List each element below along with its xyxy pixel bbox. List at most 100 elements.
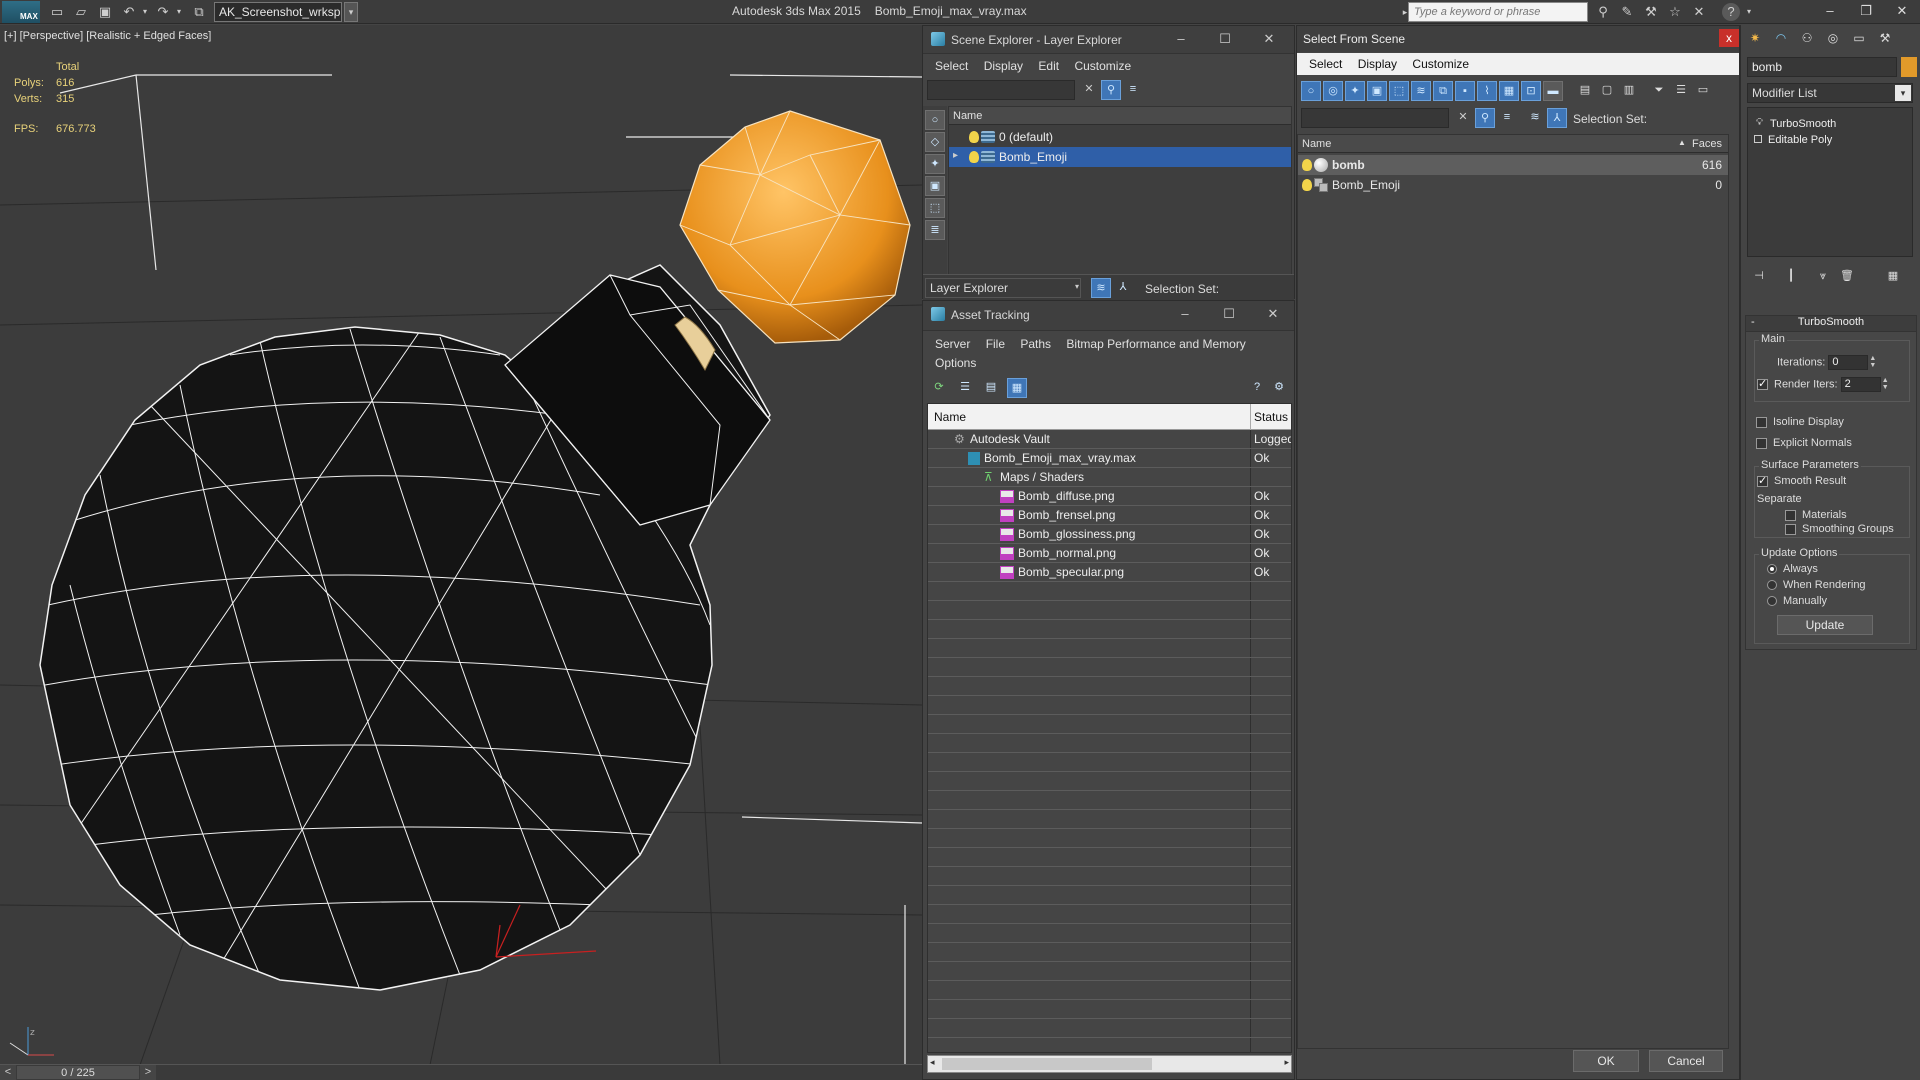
render-iters-checkbox[interactable] (1757, 377, 1768, 390)
menu-customize[interactable]: Customize (1074, 59, 1131, 73)
thumbnail-view-icon[interactable]: ▤ (981, 378, 1001, 398)
subscription-icon[interactable]: ✎ (1618, 3, 1636, 21)
show-end-result-icon[interactable]: ┃ (1781, 267, 1801, 287)
find-filter-icon[interactable]: ⚲ (1475, 108, 1495, 128)
viewport-label[interactable]: [+] [Perspective] [Realistic + Edged Fac… (4, 30, 211, 42)
menu-server[interactable]: Server (935, 337, 970, 351)
display-bones-icon[interactable]: ⌇ (1477, 81, 1497, 101)
project-folder-icon[interactable]: ⧉ (190, 3, 208, 21)
update-button[interactable]: Update (1777, 615, 1873, 635)
column-name[interactable]: Name (934, 410, 966, 424)
menu-select[interactable]: Select (935, 59, 968, 73)
scroll-left-icon[interactable]: ◂ (930, 1057, 935, 1068)
menu-file[interactable]: File (986, 337, 1005, 351)
help-icon[interactable]: ? (1247, 378, 1267, 398)
light-bulb-icon[interactable] (1302, 179, 1312, 191)
save-icon[interactable]: ▣ (96, 3, 114, 21)
display-geometry-icon[interactable]: ○ (925, 110, 945, 130)
collapse-icon[interactable]: ▭ (1693, 81, 1713, 101)
display-helpers-icon[interactable]: ⬚ (925, 198, 945, 218)
layer-row-default[interactable]: 0 (default) (949, 127, 1291, 147)
time-slider[interactable]: < 0 / 225 > (0, 1064, 922, 1080)
close-button[interactable]: x (1719, 29, 1739, 47)
create-tab-icon[interactable]: ✷ (1743, 27, 1767, 49)
asset-row[interactable]: Bomb_glossiness.png Ok (928, 525, 1291, 544)
display-geometry-icon[interactable]: ○ (1301, 81, 1321, 101)
time-slider-frame[interactable]: 0 / 225 (16, 1065, 140, 1080)
select-none-icon[interactable]: ▢ (1597, 81, 1617, 101)
sort-ascending-icon[interactable]: ▲ (1678, 138, 1686, 147)
display-tab-icon[interactable]: ▭ (1847, 27, 1871, 49)
minimize-icon[interactable]: – (1812, 0, 1848, 24)
turbosmooth-rollout-header[interactable]: - TurboSmooth (1746, 316, 1916, 332)
communication-icon[interactable]: ⚒ (1642, 3, 1660, 21)
asset-row[interactable]: Bomb_diffuse.png Ok (928, 487, 1291, 506)
menu-edit[interactable]: Edit (1038, 59, 1059, 73)
close-icon[interactable]: ✕ (1884, 0, 1920, 24)
display-helpers-icon[interactable]: ⬚ (1389, 81, 1409, 101)
binoculars-icon[interactable]: ⚲ (1594, 3, 1612, 21)
select-object-list[interactable]: Name ▲ Faces bomb 616 Bomb_Emoji 0 (1297, 134, 1729, 1049)
object-color-swatch[interactable] (1901, 57, 1917, 77)
explicit-normals-checkbox[interactable] (1756, 437, 1767, 449)
asset-row[interactable]: Bomb_frensel.png Ok (928, 506, 1291, 525)
hierarchy-mode-icon[interactable]: ⅄ (1113, 278, 1133, 298)
utilities-tab-icon[interactable]: ⚒ (1873, 27, 1897, 49)
expand-arrow-icon[interactable]: ▸ (953, 150, 958, 161)
object-row-bomb-emoji[interactable]: Bomb_Emoji 0 (1298, 175, 1728, 195)
horizontal-scrollbar[interactable]: ◂ ▸ (927, 1055, 1292, 1073)
motion-tab-icon[interactable]: ◎ (1821, 27, 1845, 49)
chevron-down-icon[interactable]: ▾ (1895, 85, 1911, 101)
hierarchy-mode-icon[interactable]: ⅄ (1547, 108, 1567, 128)
minimize-icon[interactable]: – (1175, 305, 1195, 323)
column-name[interactable]: Name (1302, 138, 1331, 150)
render-iters-spinner[interactable]: 2 (1840, 377, 1881, 392)
menu-options[interactable]: Options (935, 356, 976, 370)
iterations-spinner[interactable]: 0 (1828, 355, 1869, 370)
keyword-search-input[interactable] (1408, 2, 1588, 22)
fuse-cap[interactable] (679, 110, 911, 344)
scroll-right-icon[interactable]: ▸ (1284, 1057, 1289, 1068)
spinner-arrows-icon[interactable]: ▲ ▼ (1868, 355, 1877, 370)
light-bulb-icon[interactable] (969, 151, 979, 163)
settings-icon[interactable]: ⚙ (1269, 378, 1289, 398)
display-hidden-icon[interactable]: ▬ (1543, 81, 1563, 101)
time-slider-prev-button[interactable]: < (0, 1065, 16, 1080)
display-cameras-icon[interactable]: ▣ (925, 176, 945, 196)
perspective-viewport[interactable]: [+] [Perspective] [Realistic + Edged Fac… (0, 25, 922, 1065)
explorer-type-dropdown[interactable]: Layer Explorer (925, 278, 1081, 298)
display-frozen-icon[interactable]: ⊡ (1521, 81, 1541, 101)
clear-search-icon[interactable]: ✕ (1453, 108, 1473, 128)
dropdown-arrow-icon[interactable]: ▾ (1075, 282, 1079, 291)
app-logo[interactable]: MAX (2, 1, 40, 23)
table-view-icon[interactable]: ▦ (1007, 378, 1027, 398)
display-shapes-icon[interactable]: ◎ (1323, 81, 1343, 101)
scene-explorer-titlebar[interactable]: Scene Explorer - Layer Explorer – ☐ ✕ (923, 26, 1294, 54)
always-radio[interactable] (1767, 564, 1777, 575)
asset-tracking-grid[interactable]: Name Status ⚙ Autodesk Vault Logged Out … (927, 403, 1292, 1053)
column-status[interactable]: Status (1254, 410, 1288, 424)
display-shapes-icon[interactable]: ◇ (925, 132, 945, 152)
light-bulb-icon[interactable] (1302, 159, 1312, 171)
object-name-field[interactable]: bomb (1747, 57, 1897, 77)
display-lights-icon[interactable]: ✦ (1345, 81, 1365, 101)
display-xrefs-icon[interactable]: ▪ (1455, 81, 1475, 101)
modify-tab-icon[interactable]: ◠ (1769, 27, 1793, 49)
time-slider-next-button[interactable]: > (140, 1065, 156, 1080)
select-from-scene-titlebar[interactable]: Select From Scene x (1297, 26, 1739, 52)
object-row-bomb[interactable]: bomb 616 (1298, 155, 1728, 175)
workspace-selector[interactable]: AK_Screenshot_wrksp (214, 2, 342, 22)
spinner-arrows-icon[interactable]: ▲ ▼ (1881, 377, 1890, 392)
asset-row[interactable]: Bomb_specular.png Ok (928, 563, 1291, 582)
modifier-stack[interactable]: 💡︎ TurboSmooth Editable Poly (1747, 107, 1913, 257)
workspace-dropdown-icon[interactable]: ▾ (344, 2, 358, 22)
display-containers-icon[interactable]: ▦ (1499, 81, 1519, 101)
layer-mode-icon[interactable]: ≋ (1091, 278, 1111, 298)
modifier-list-dropdown[interactable]: Modifier List ▾ (1747, 83, 1913, 103)
display-lights-icon[interactable]: ✦ (925, 154, 945, 174)
asset-row[interactable]: Bomb_Emoji_max_vray.max Ok (928, 449, 1291, 468)
layer-options-icon[interactable]: ≡ (1123, 80, 1143, 100)
menu-bitmap-performance[interactable]: Bitmap Performance and Memory (1066, 337, 1245, 351)
when-rendering-radio[interactable] (1767, 580, 1777, 591)
stack-item-turbosmooth[interactable]: 💡︎ TurboSmooth (1748, 116, 1912, 132)
